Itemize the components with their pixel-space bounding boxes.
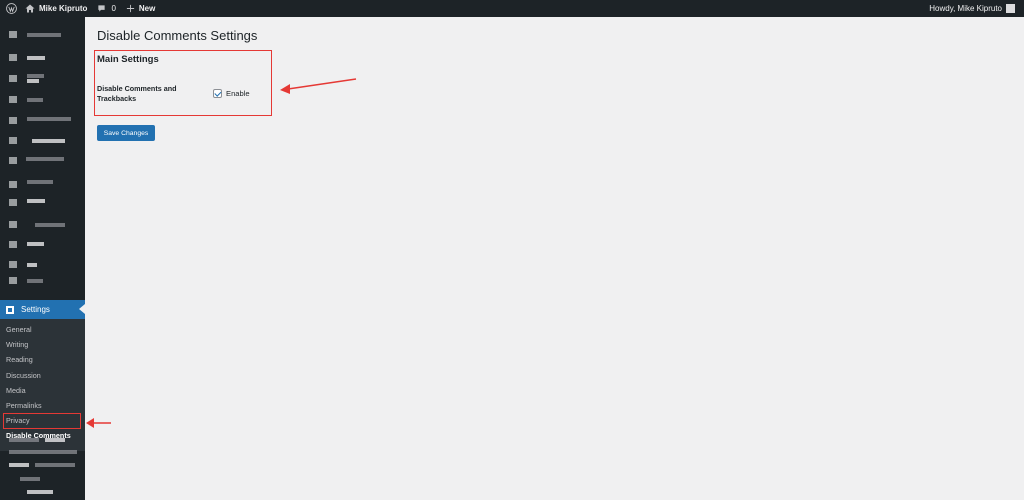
- avatar: [1006, 4, 1015, 13]
- admin-bar: Mike Kipruto 0 New Howdy, Mike Kipruto: [0, 0, 1024, 17]
- blurred-menu-item[interactable]: [0, 487, 85, 500]
- enable-checkbox-control[interactable]: Enable: [213, 89, 250, 98]
- settings-icon: [6, 305, 14, 314]
- save-button[interactable]: Save Changes: [97, 125, 155, 141]
- account-menu[interactable]: Howdy, Mike Kipruto: [924, 0, 1020, 17]
- site-name-link[interactable]: Mike Kipruto: [20, 0, 92, 17]
- plus-icon: [126, 4, 135, 13]
- comments-link[interactable]: 0: [92, 0, 120, 17]
- blurred-menu-item[interactable]: [0, 90, 85, 110]
- new-label: New: [138, 4, 156, 13]
- greeting-text: Howdy, Mike Kipruto: [929, 4, 1002, 13]
- annotation-box-submenu: [3, 413, 81, 429]
- annotation-arrow-settings: [280, 78, 357, 94]
- submenu-item-discussion[interactable]: Discussion: [0, 368, 85, 383]
- field-label: Disable Comments and Trackbacks: [97, 84, 177, 103]
- blurred-menu-item[interactable]: [0, 255, 85, 275]
- section-title: Main Settings: [97, 54, 159, 65]
- blurred-menu-item[interactable]: [0, 273, 85, 293]
- blurred-menu-item[interactable]: [0, 235, 85, 255]
- submenu-item-general[interactable]: General: [0, 322, 85, 337]
- blurred-menu-item[interactable]: [0, 215, 85, 235]
- blurred-menu-item[interactable]: [0, 111, 85, 131]
- blurred-menu-item[interactable]: [0, 131, 85, 151]
- main-content: Disable Comments Settings Main Settings …: [85, 17, 1024, 500]
- new-content-link[interactable]: New: [121, 0, 160, 17]
- submenu-item-media[interactable]: Media: [0, 383, 85, 398]
- submenu-item-permalinks[interactable]: Permalinks: [0, 398, 85, 413]
- home-icon: [25, 4, 35, 13]
- blurred-menu-item[interactable]: [0, 175, 85, 195]
- comment-bubble-icon: [98, 5, 106, 12]
- annotation-arrow-submenu: [86, 418, 111, 428]
- sidebar-item-label: Settings: [21, 305, 50, 314]
- comments-count: 0: [111, 4, 116, 13]
- submenu-item-reading[interactable]: Reading: [0, 352, 85, 367]
- site-name: Mike Kipruto: [39, 4, 88, 13]
- blurred-menu-item[interactable]: [0, 25, 85, 45]
- blurred-menu-item[interactable]: [0, 48, 85, 68]
- submenu-item-writing[interactable]: Writing: [0, 337, 85, 352]
- enable-checkbox[interactable]: [213, 89, 222, 98]
- sidebar-item-settings[interactable]: Settings: [0, 300, 85, 319]
- blurred-menu-item[interactable]: [0, 69, 85, 89]
- page-title: Disable Comments Settings: [97, 28, 258, 43]
- blurred-menu-item[interactable]: [0, 193, 85, 213]
- checkbox-label: Enable: [226, 89, 250, 98]
- settings-submenu: General Writing Reading Discussion Media…: [0, 319, 85, 451]
- blurred-menu-item[interactable]: [0, 151, 85, 171]
- wordpress-logo-icon[interactable]: [2, 0, 20, 17]
